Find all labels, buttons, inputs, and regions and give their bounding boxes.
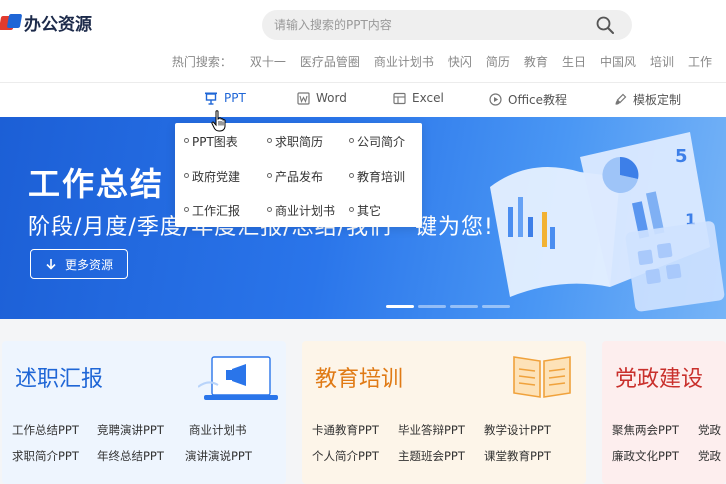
ppt-dropdown-menu: PPT图表 求职简历 公司简介 政府党建 产品发布 教育培训 工作汇报 商业计划… [175, 123, 422, 227]
excel-icon [393, 92, 406, 104]
more-resources-button[interactable]: 更多资源 [30, 249, 128, 279]
nav-item-label: Excel [412, 91, 444, 105]
arrow-down-icon [46, 259, 56, 270]
card-link[interactable]: 教学设计PPT [484, 422, 551, 438]
nav-item-template-custom[interactable]: 模板定制 [614, 91, 681, 108]
card-link[interactable]: 商业计划书 [189, 422, 247, 438]
card-link[interactable]: 聚焦两会PPT [612, 422, 679, 438]
main-nav: PPT Word Excel Office教程 模板定制 [0, 83, 726, 117]
dropdown-item[interactable]: 教育培训 [349, 168, 405, 185]
nav-item-label: 模板定制 [633, 93, 682, 107]
card-link[interactable]: 个人简介PPT [312, 448, 379, 464]
card-link[interactable]: 毕业答辩PPT [398, 422, 465, 438]
category-card-report[interactable]: 述职汇报 工作总结PPT 竞聘演讲PPT 商业计划书 求职简介PPT 年终总结P… [2, 341, 286, 484]
hot-keyword[interactable]: 双十一 [250, 53, 286, 70]
card-title: 述职汇报 [15, 367, 104, 392]
hot-keyword[interactable]: 教育 [524, 53, 548, 70]
nav-item-ppt[interactable]: PPT [204, 91, 246, 105]
presentation-icon [205, 92, 217, 105]
card-link[interactable]: 工作总结PPT [12, 422, 79, 438]
card-link[interactable]: 年终总结PPT [97, 448, 164, 464]
play-circle-icon [489, 93, 502, 106]
category-card-party[interactable]: 党政建设 聚焦两会PPT 党政 廉政文化PPT 党政 [602, 341, 726, 484]
card-title: 党政建设 [615, 367, 704, 392]
hot-keyword[interactable]: 生日 [562, 53, 586, 70]
carousel-dot[interactable] [386, 305, 414, 308]
search-box [262, 10, 632, 40]
card-link[interactable]: 课堂教育PPT [484, 448, 551, 464]
dropdown-item[interactable]: 其它 [349, 202, 381, 219]
card-link[interactable]: 卡通教育PPT [312, 422, 379, 438]
svg-text:5: 5 [675, 146, 688, 167]
page: 办公资源 热门搜索： 双十一 医疗品管圈 商业计划书 快闪 简历 教育 生日 中… [0, 0, 726, 484]
dropdown-item[interactable]: 产品发布 [267, 168, 323, 185]
hot-search-label: 热门搜索： [171, 55, 232, 69]
carousel-dot[interactable] [482, 305, 510, 308]
search-icon[interactable] [596, 16, 614, 34]
word-icon [297, 91, 310, 105]
card-link[interactable]: 演讲演说PPT [185, 448, 252, 464]
dropdown-item[interactable]: 商业计划书 [267, 202, 335, 219]
hot-keyword[interactable]: 中国风 [600, 53, 636, 70]
more-resources-label: 更多资源 [64, 257, 113, 272]
carousel-dot[interactable] [450, 305, 478, 308]
dropdown-item[interactable]: 工作汇报 [184, 202, 240, 219]
banner-title: 工作总结 [28, 165, 165, 203]
hot-keyword[interactable]: 工作 [688, 53, 712, 70]
nav-item-office-tutorial[interactable]: Office教程 [489, 91, 567, 108]
carousel-dot[interactable] [418, 305, 446, 308]
dropdown-item[interactable]: 政府党建 [184, 168, 240, 185]
nav-item-label: Word [316, 91, 347, 105]
card-title: 教育培训 [315, 367, 404, 392]
card-link[interactable]: 党政 [698, 422, 721, 438]
nav-item-label: Office教程 [508, 93, 568, 107]
nav-item-label: PPT [224, 91, 246, 105]
hot-keyword[interactable]: 医疗品管圈 [300, 53, 360, 70]
brush-icon [615, 93, 627, 105]
laptop-megaphone-icon [198, 356, 278, 400]
category-card-education[interactable]: 教育培训 卡通教育PPT 毕业答辩PPT 教学设计PPT 个人简介PPT 主题班… [302, 341, 586, 484]
banner-illustration: 5 1 [490, 132, 725, 312]
dropdown-item[interactable]: 公司简介 [349, 133, 405, 150]
logo-icon [0, 12, 23, 32]
nav-item-word[interactable]: Word [297, 91, 347, 105]
card-link[interactable]: 廉政文化PPT [612, 448, 679, 464]
nav-item-excel[interactable]: Excel [393, 91, 444, 105]
dropdown-item[interactable]: PPT图表 [184, 133, 238, 150]
card-link[interactable]: 主题班会PPT [398, 448, 465, 464]
hot-keyword[interactable]: 简历 [486, 53, 510, 70]
hot-search: 热门搜索： 双十一 医疗品管圈 商业计划书 快闪 简历 教育 生日 中国风 培训… [172, 53, 712, 70]
dropdown-item[interactable]: 求职简历 [267, 133, 323, 150]
hot-keyword[interactable]: 培训 [650, 53, 674, 70]
card-link[interactable]: 党政 [698, 448, 721, 464]
hot-keyword[interactable]: 快闪 [448, 53, 472, 70]
card-link[interactable]: 竞聘演讲PPT [97, 422, 164, 438]
logo-text: 办公资源 [24, 14, 92, 35]
book-icon [513, 356, 571, 398]
site-logo[interactable]: 办公资源 [0, 8, 92, 36]
search-input[interactable] [274, 16, 574, 34]
hot-keyword[interactable]: 商业计划书 [374, 53, 434, 70]
carousel-indicators [386, 305, 514, 308]
hand-cursor-icon [211, 110, 226, 132]
card-link[interactable]: 求职简介PPT [12, 448, 79, 464]
